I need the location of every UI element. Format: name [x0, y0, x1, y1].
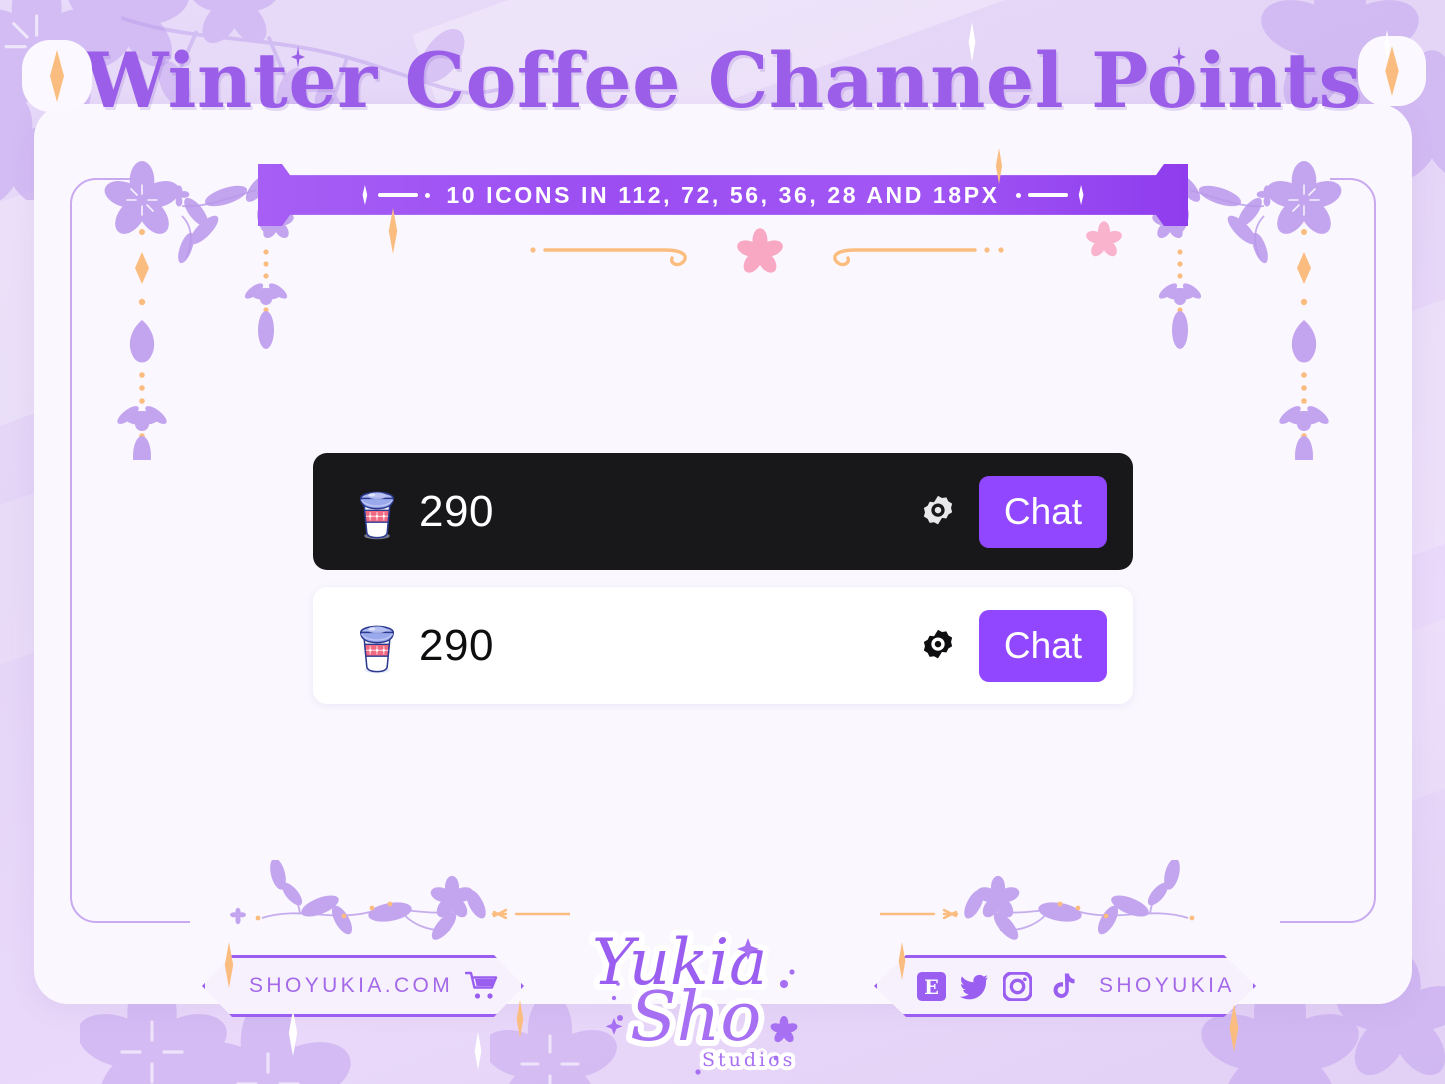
tiktok-icon[interactable]	[1046, 972, 1075, 1001]
points-count: 290	[419, 486, 494, 536]
studio-logo: Yukia Sho Studios Yukia Sho Studios	[578, 920, 868, 1084]
logo-line2: Sho	[630, 978, 761, 1057]
dot-icon	[425, 192, 431, 198]
website-label: SHOYUKIA.COM	[249, 974, 454, 997]
shopping-cart-icon[interactable]	[465, 971, 499, 1001]
dot-icon	[1015, 192, 1021, 198]
diamond-icon	[362, 185, 368, 205]
instagram-icon[interactable]	[1003, 971, 1032, 1001]
bottom-decoration-right	[878, 858, 1300, 970]
points-count: 290	[419, 620, 494, 670]
channel-point-panel-light[interactable]: 290 Chat	[313, 587, 1133, 704]
website-badge[interactable]: SHOYUKIA.COM	[202, 955, 524, 1017]
line-icon	[1027, 193, 1068, 197]
social-badge[interactable]: E SHOYUKIA	[874, 955, 1256, 1017]
chat-button[interactable]: Chat	[979, 475, 1107, 548]
banner-decoration-left	[358, 185, 431, 205]
svg-text:E: E	[924, 976, 939, 999]
bottom-decoration-left	[150, 858, 572, 970]
chat-button[interactable]: Chat	[979, 609, 1107, 682]
handle-label: SHOYUKIA	[1099, 974, 1235, 997]
page-title: Winter Coffee Channel Points	[83, 36, 1362, 125]
sakura-flower-icon	[1082, 218, 1126, 262]
banner-decoration-right	[1015, 185, 1088, 205]
logo-line3: Studios	[702, 1049, 795, 1071]
flourish-divider	[505, 228, 1015, 274]
coffee-cup-icon	[360, 491, 394, 539]
banner-content: 10 ICONS IN 112, 72, 56, 36, 28 AND 18PX	[258, 164, 1188, 226]
gear-icon[interactable]	[919, 627, 957, 665]
diamond-icon	[1078, 185, 1084, 205]
coffee-cup-icon	[360, 625, 394, 673]
etsy-icon[interactable]: E	[917, 971, 946, 1001]
channel-point-panel-dark[interactable]: 290 Chat	[313, 453, 1133, 570]
sparkle-icon	[474, 1032, 482, 1070]
line-icon	[378, 193, 419, 197]
twitter-icon[interactable]	[960, 972, 989, 1001]
gear-icon[interactable]	[919, 493, 957, 531]
banner-text: 10 ICONS IN 112, 72, 56, 36, 28 AND 18PX	[446, 181, 1000, 208]
